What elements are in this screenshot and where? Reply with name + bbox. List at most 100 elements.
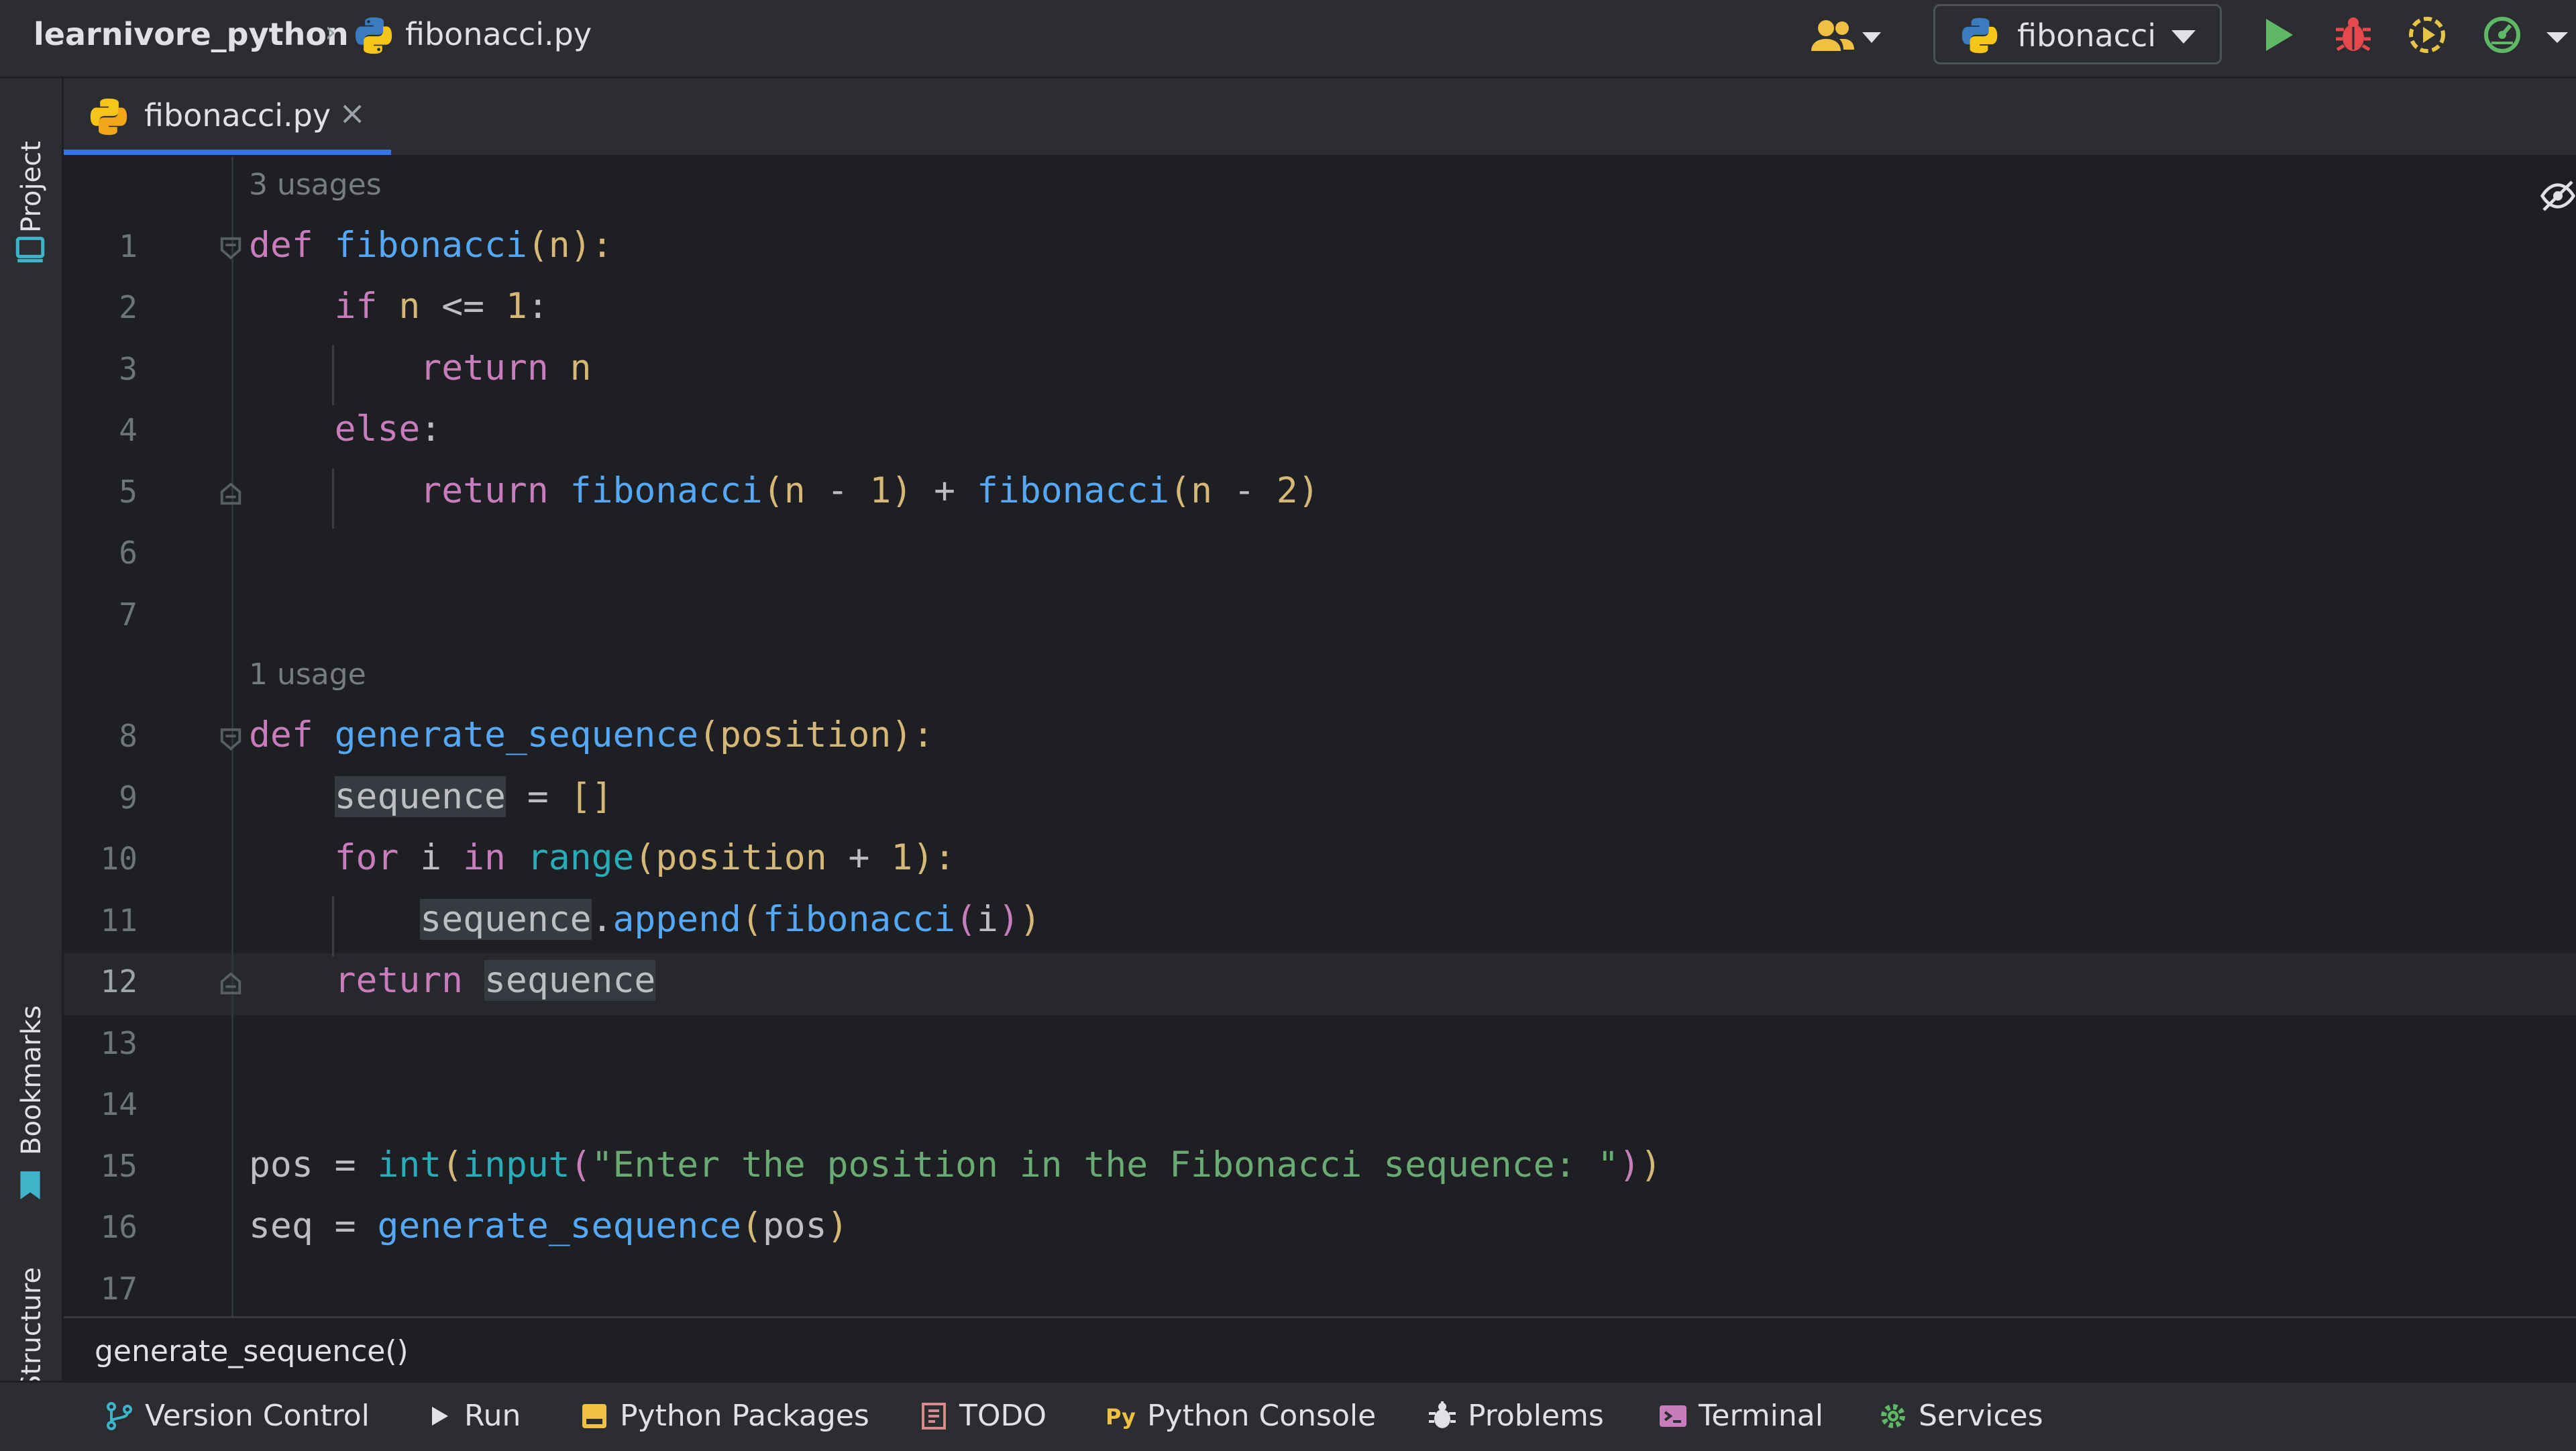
operator: - bbox=[1212, 470, 1277, 511]
profiler-icon[interactable] bbox=[2481, 13, 2524, 56]
bookmarks-tool-label: Bookmarks bbox=[16, 1005, 47, 1155]
python-console-label: Python Console bbox=[1147, 1399, 1377, 1433]
code-line-1: def fibonacci(n): bbox=[249, 225, 613, 266]
string-literal: "Enter the position in the Fibonacci seq… bbox=[591, 1144, 1619, 1185]
line-number: 13 bbox=[100, 1025, 138, 1061]
code-editor[interactable]: 1 2 3 4 5 6 7 8 9 10 11 12 13 14 15 16 1… bbox=[64, 157, 2576, 1316]
users-icon[interactable] bbox=[1811, 16, 1854, 56]
function-call: fibonacci bbox=[570, 470, 763, 511]
function-name: generate_sequence bbox=[334, 714, 699, 755]
list-literal: [] bbox=[570, 776, 613, 817]
number: 1 bbox=[505, 286, 527, 327]
run-configuration-label: fibonacci bbox=[2017, 17, 2157, 54]
code-line-2: if n <= 1: bbox=[249, 286, 549, 327]
todo-label: TODO bbox=[959, 1399, 1047, 1433]
terminal-label: Terminal bbox=[1699, 1399, 1823, 1433]
problems-tool-button[interactable]: Problems bbox=[1426, 1396, 1627, 1438]
keyword: def bbox=[249, 714, 313, 755]
paren: ( bbox=[441, 1144, 464, 1185]
keyword: if bbox=[334, 286, 378, 327]
reader-mode-icon[interactable] bbox=[2539, 177, 2576, 215]
structure-tool-label: Structure bbox=[16, 1267, 47, 1392]
line-number: 17 bbox=[100, 1271, 138, 1307]
parameter: position bbox=[720, 714, 892, 755]
paren: ( bbox=[527, 225, 549, 266]
services-label: Services bbox=[1919, 1399, 2043, 1433]
fold-end-icon[interactable] bbox=[218, 971, 244, 997]
line-number: 1 bbox=[119, 228, 138, 264]
paren: ( bbox=[741, 1205, 763, 1246]
paren: ) bbox=[1297, 470, 1320, 511]
run-icon[interactable] bbox=[2255, 13, 2298, 56]
variable: seq bbox=[249, 1205, 313, 1246]
number: 1 bbox=[869, 470, 892, 511]
usages-hint[interactable]: 3 usages bbox=[249, 168, 382, 202]
operator: <= bbox=[420, 286, 506, 327]
usages-hint[interactable]: 1 usage bbox=[249, 657, 366, 692]
function-name: fibonacci bbox=[334, 225, 527, 266]
paren: ( bbox=[570, 1144, 592, 1185]
close-icon[interactable]: × bbox=[339, 95, 366, 132]
colon: : bbox=[420, 409, 442, 449]
keyword: return bbox=[420, 470, 549, 511]
code-line-16: seq = generate_sequence(pos) bbox=[249, 1205, 849, 1246]
tab-fibonacci-py[interactable]: fibonacci.py × bbox=[64, 78, 391, 155]
more-actions-chevron-icon[interactable] bbox=[2546, 32, 2568, 43]
code-line-11: sequence.append(fibonacci(i)) bbox=[249, 899, 1041, 940]
line-number: 3 bbox=[119, 351, 138, 387]
line-number: 9 bbox=[119, 780, 138, 816]
variable: i bbox=[420, 837, 442, 878]
chevron-down-icon[interactable] bbox=[1862, 32, 1881, 43]
paren: ): bbox=[912, 837, 956, 878]
paren: ( bbox=[698, 714, 720, 755]
version-control-tool-button[interactable]: Version Control bbox=[103, 1396, 372, 1438]
variable: n bbox=[570, 347, 592, 388]
paren: ( bbox=[741, 899, 763, 940]
operator: = bbox=[505, 776, 570, 817]
variable: n bbox=[784, 470, 806, 511]
code-breadcrumb-bar: generate_sequence() bbox=[64, 1316, 2576, 1383]
variable-highlighted: sequence bbox=[334, 776, 506, 817]
builtin: range bbox=[527, 837, 635, 878]
run-label: Run bbox=[464, 1399, 521, 1433]
python-console-icon: Py bbox=[1106, 1404, 1136, 1430]
operator: + bbox=[826, 837, 892, 878]
fold-end-icon[interactable] bbox=[218, 482, 244, 507]
operator: + bbox=[912, 470, 977, 511]
breadcrumb-function[interactable]: generate_sequence() bbox=[95, 1334, 409, 1368]
keyword: def bbox=[249, 225, 313, 266]
parameter: n bbox=[548, 225, 570, 266]
debug-icon[interactable] bbox=[2332, 13, 2375, 56]
method-call: append bbox=[612, 899, 741, 940]
branch-icon bbox=[107, 1402, 132, 1430]
paren: ) bbox=[826, 1205, 849, 1246]
variable: pos bbox=[249, 1144, 313, 1185]
python-console-tool-button[interactable]: Py Python Console bbox=[1106, 1396, 1377, 1438]
python-packages-tool-button[interactable]: Python Packages bbox=[578, 1396, 869, 1438]
todo-tool-button[interactable]: TODO bbox=[918, 1396, 1072, 1438]
terminal-tool-button[interactable]: Terminal bbox=[1657, 1396, 1838, 1438]
fold-collapse-icon[interactable] bbox=[218, 235, 244, 260]
bookmarks-tool-button[interactable]: Bookmarks bbox=[0, 930, 62, 1212]
code-line-4: else: bbox=[249, 409, 442, 449]
run-configuration-selector[interactable]: fibonacci bbox=[1933, 4, 2222, 64]
gear-icon bbox=[1881, 1404, 1905, 1428]
run-with-coverage-icon[interactable] bbox=[2406, 13, 2449, 56]
services-tool-button[interactable]: Services bbox=[1877, 1396, 2058, 1438]
project-icon bbox=[15, 236, 45, 263]
code-line-10: for i in range(position + 1): bbox=[249, 837, 955, 878]
variable: n bbox=[1191, 470, 1213, 511]
keyword: return bbox=[420, 347, 549, 388]
line-number: 5 bbox=[119, 474, 138, 510]
dot: . bbox=[591, 899, 613, 940]
fold-collapse-icon[interactable] bbox=[218, 726, 244, 751]
line-number: 7 bbox=[119, 596, 138, 633]
project-name[interactable]: learnivore_python bbox=[34, 16, 349, 52]
run-tool-button[interactable]: Run bbox=[423, 1396, 530, 1438]
line-number: 15 bbox=[100, 1148, 138, 1184]
project-tool-button[interactable]: Project bbox=[0, 99, 62, 327]
function-call: fibonacci bbox=[762, 899, 956, 940]
file-name[interactable]: fibonacci.py bbox=[405, 16, 592, 52]
variable-highlighted: sequence bbox=[420, 899, 592, 940]
line-number: 2 bbox=[119, 289, 138, 325]
